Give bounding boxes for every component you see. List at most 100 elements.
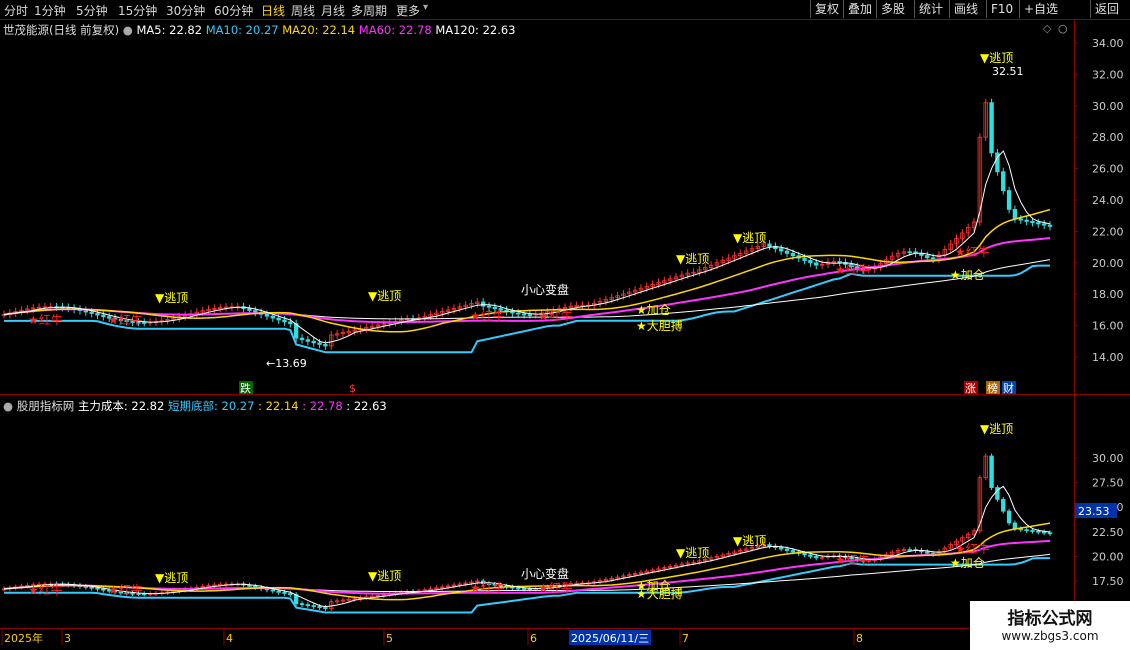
main-candle-body xyxy=(521,313,527,316)
red-bull-signal: ★红牛 xyxy=(28,312,63,327)
date-label: 7 xyxy=(682,632,689,645)
main-candle-body xyxy=(989,102,994,154)
sub-candle-body xyxy=(282,591,287,594)
main-candle-body xyxy=(790,252,796,257)
main-candle-body xyxy=(293,323,299,339)
sub-candle-body xyxy=(288,592,293,595)
rank-badge: 榜 xyxy=(987,381,998,395)
sub-candle-body xyxy=(802,553,807,556)
sub-candle-body xyxy=(808,554,813,557)
watermark: 指标公式网 www.zbgs3.com xyxy=(970,601,1130,650)
main-candle-body xyxy=(480,301,486,307)
main-candle-body xyxy=(288,321,293,325)
sub-candle-body xyxy=(1001,498,1006,512)
main-candle-body xyxy=(767,243,772,247)
main-candle-body xyxy=(778,248,784,252)
sub-candle-body xyxy=(1041,531,1047,534)
add-position-signal: ★加仓 xyxy=(636,303,671,317)
watermark-line2: www.zbgs3.com xyxy=(1001,629,1099,643)
main-candle-body xyxy=(925,255,930,259)
sub-candle-body xyxy=(1006,510,1012,524)
bold-signal: ★大胆搏 xyxy=(636,319,683,333)
high-price-label: 32.51 xyxy=(992,65,1024,78)
dollar-badge: $ xyxy=(349,382,356,395)
sub-candle-body xyxy=(276,590,281,593)
main-candle-body xyxy=(1041,223,1047,226)
escape-signal: ▼逃顶 xyxy=(733,231,766,245)
sub-red-bull-signal: ★红牛 xyxy=(470,580,505,595)
main-candle-body xyxy=(1024,219,1029,222)
kline-chart[interactable]: 34.00 32.00 30.00 28.00 26.00 24.00 22.00 20.00… xyxy=(0,0,1130,650)
main-ytick-label: 16.00 xyxy=(1092,320,1124,333)
main-ytick-label: 14.00 xyxy=(1092,351,1124,364)
main-candle-body xyxy=(247,308,252,311)
main-candle-body xyxy=(784,250,790,254)
main-candle-body xyxy=(89,311,94,314)
main-candle-body xyxy=(95,313,100,316)
sub-candle-body xyxy=(299,603,305,606)
sub-candle-body xyxy=(89,586,94,589)
main-candle-body xyxy=(1030,220,1035,224)
sub-candle-body xyxy=(317,606,322,608)
sub-candle-body xyxy=(95,587,100,590)
sub-caution-label: 小心变盘 xyxy=(521,566,569,581)
watermark-line1: 指标公式网 xyxy=(1007,609,1093,629)
sub-candle-body xyxy=(305,604,311,607)
main-candle-body xyxy=(276,317,281,321)
add-position-signal: ★加仓 xyxy=(950,268,985,282)
main-candle-body xyxy=(305,339,311,342)
sub-add-position-signal: ★加仓 xyxy=(950,556,985,570)
sub-escape-signal: ▼逃顶 xyxy=(980,422,1013,436)
sub-candle-body xyxy=(1036,530,1041,533)
main-candle-body xyxy=(808,260,813,264)
red-bull-signal: ★红牛 xyxy=(538,308,573,323)
main-candle-body xyxy=(527,314,533,316)
sub-candle-body xyxy=(516,587,521,590)
sub-red-bull-signal: ★红牛 xyxy=(955,541,990,556)
escape-signal: ▼逃顶 xyxy=(155,291,188,305)
escape-signal: ▼逃顶 xyxy=(980,51,1013,65)
date-label: 5 xyxy=(386,632,393,645)
main-candle-body xyxy=(814,262,819,266)
sub-escape-signal: ▼逃顶 xyxy=(676,546,709,560)
sub-red-bull-signal: ★红牛 xyxy=(538,580,573,595)
sub-escape-signal: ▼逃顶 xyxy=(733,534,766,548)
sub-candle-body xyxy=(814,556,819,559)
main-candle-body xyxy=(1018,218,1023,221)
sub-candle-body xyxy=(311,605,316,607)
limit-down-badge: 跌 xyxy=(240,381,251,395)
sub-ytick-label: 17.50 xyxy=(1092,575,1124,588)
main-candle-body xyxy=(270,315,276,319)
main-ytick-label: 34.00 xyxy=(1092,37,1124,50)
main-candle-body xyxy=(142,322,147,324)
main-candle-body xyxy=(1047,224,1053,227)
main-candle-body xyxy=(83,310,89,313)
main-candle-body xyxy=(802,257,807,261)
sub-ytick-label: 22.50 xyxy=(1092,526,1124,539)
sub-candle-body xyxy=(1018,528,1023,531)
sub-candle-body xyxy=(989,455,994,488)
main-candle-body xyxy=(317,342,322,345)
sub-candle-body xyxy=(1030,530,1035,532)
sub-escape-signal: ▼逃顶 xyxy=(368,569,401,583)
main-candle-body xyxy=(264,313,270,317)
red-bull-signal: ★红牛 xyxy=(955,244,990,259)
main-candle-body xyxy=(516,312,521,315)
main-candle-body xyxy=(323,344,328,347)
fin-badge: 财 xyxy=(1003,381,1014,395)
main-ytick-label: 32.00 xyxy=(1092,68,1124,81)
main-candle-body xyxy=(311,340,316,344)
date-label: 8 xyxy=(856,632,863,645)
main-ytick-label: 24.00 xyxy=(1092,194,1124,207)
sub-candle-body xyxy=(784,548,790,551)
main-support-line xyxy=(4,264,1050,354)
main-candle-body xyxy=(1036,222,1041,225)
sub-candle-body xyxy=(790,550,796,553)
sub-candle-body xyxy=(323,607,328,609)
sub-candle-body xyxy=(527,588,533,591)
sub-red-bull-signal: ★红牛 xyxy=(28,582,63,597)
sub-candle-body xyxy=(925,551,930,554)
sub-candle-body xyxy=(1012,522,1018,530)
red-bull-signal: ★红牛 xyxy=(470,308,505,323)
escape-signal: ▼逃顶 xyxy=(676,252,709,266)
